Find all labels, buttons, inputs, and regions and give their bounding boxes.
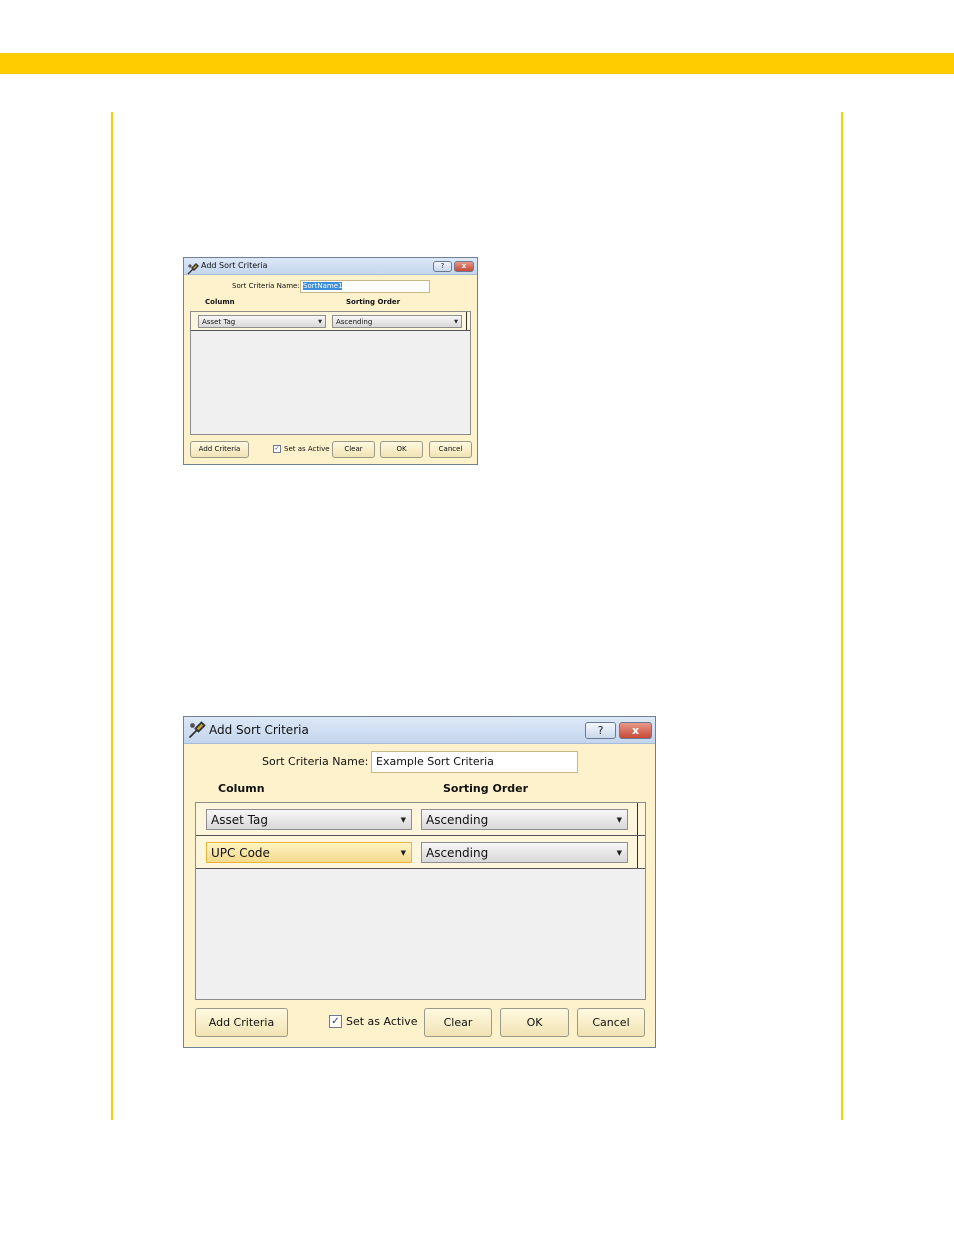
help-icon: ? xyxy=(440,262,445,270)
grid-divider xyxy=(637,836,638,868)
sorting-order-header: Sorting Order xyxy=(346,298,401,306)
criteria-row: UPC Code ▼ Ascending ▼ xyxy=(196,836,645,869)
cancel-button[interactable]: Cancel xyxy=(577,1008,645,1037)
chevron-down-icon: ▼ xyxy=(400,815,406,824)
set-as-active-checkbox[interactable]: ✓ xyxy=(273,445,281,453)
close-button[interactable]: x xyxy=(619,722,652,739)
dialog-title: Add Sort Criteria xyxy=(209,723,309,737)
close-button[interactable]: x xyxy=(454,261,474,272)
clear-button[interactable]: Clear xyxy=(332,441,375,458)
set-as-active-checkbox[interactable]: ✓ xyxy=(329,1015,342,1028)
sort-criteria-name-input[interactable]: Example Sort Criteria xyxy=(371,751,578,773)
help-button[interactable]: ? xyxy=(585,722,616,739)
chevron-down-icon: ▼ xyxy=(318,318,322,325)
add-sort-criteria-dialog-large: Add Sort Criteria ? x Sort Criteria Name… xyxy=(183,716,656,1048)
sorting-order-header: Sorting Order xyxy=(443,782,529,795)
ok-button[interactable]: OK xyxy=(380,441,423,458)
column-select[interactable]: UPC Code ▼ xyxy=(206,842,412,863)
chevron-down-icon: ▼ xyxy=(616,815,622,824)
header-accent-bar xyxy=(0,53,954,74)
checkmark-icon: ✓ xyxy=(331,1016,340,1027)
sort-criteria-name-label: Sort Criteria Name: xyxy=(262,755,369,768)
criteria-grid: Asset Tag ▼ Ascending ▼ UPC Code ▼ Ascen… xyxy=(195,802,646,1000)
cancel-button[interactable]: Cancel xyxy=(429,441,472,458)
grid-divider xyxy=(466,312,467,330)
column-header: Column xyxy=(205,298,235,306)
sort-criteria-name-input[interactable]: SortName1 xyxy=(300,280,430,293)
criteria-row: Asset Tag ▼ Ascending ▼ xyxy=(191,312,470,331)
help-button[interactable]: ? xyxy=(433,261,452,272)
checkmark-icon: ✓ xyxy=(274,445,280,452)
column-header: Column xyxy=(218,782,265,795)
close-icon: x xyxy=(461,262,467,270)
app-icon xyxy=(187,260,199,279)
chevron-down-icon: ▼ xyxy=(400,848,406,857)
criteria-grid: Asset Tag ▼ Ascending ▼ xyxy=(190,311,471,435)
add-criteria-button[interactable]: Add Criteria xyxy=(190,441,249,458)
sorting-order-select[interactable]: Ascending ▼ xyxy=(332,315,462,328)
close-icon: x xyxy=(631,724,640,737)
left-margin-rule xyxy=(111,112,113,1120)
sort-criteria-name-value: Example Sort Criteria xyxy=(376,755,494,768)
ok-button[interactable]: OK xyxy=(500,1008,569,1037)
dialog-titlebar[interactable]: Add Sort Criteria ? x xyxy=(184,258,477,275)
app-icon xyxy=(188,721,206,743)
criteria-row: Asset Tag ▼ Ascending ▼ xyxy=(196,803,645,836)
dialog-titlebar[interactable]: Add Sort Criteria ? x xyxy=(184,717,655,744)
set-as-active-label[interactable]: Set as Active xyxy=(346,1015,418,1028)
help-icon: ? xyxy=(597,724,604,737)
sorting-order-select[interactable]: Ascending ▼ xyxy=(421,809,628,830)
add-criteria-button[interactable]: Add Criteria xyxy=(195,1008,288,1037)
set-as-active-label[interactable]: Set as Active xyxy=(284,445,330,453)
column-select[interactable]: Asset Tag ▼ xyxy=(198,315,326,328)
column-select[interactable]: Asset Tag ▼ xyxy=(206,809,412,830)
sorting-order-select[interactable]: Ascending ▼ xyxy=(421,842,628,863)
sort-criteria-name-label: Sort Criteria Name: xyxy=(232,282,300,290)
sort-criteria-name-value: SortName1 xyxy=(303,282,343,290)
add-sort-criteria-dialog-small: Add Sort Criteria ? x Sort Criteria Name… xyxy=(183,257,478,465)
right-margin-rule xyxy=(841,112,843,1120)
chevron-down-icon: ▼ xyxy=(454,318,458,325)
chevron-down-icon: ▼ xyxy=(616,848,622,857)
grid-divider xyxy=(637,803,638,835)
dialog-title: Add Sort Criteria xyxy=(201,261,268,270)
clear-button[interactable]: Clear xyxy=(424,1008,492,1037)
document-page: Add Sort Criteria ? x Sort Criteria Name… xyxy=(0,0,954,1235)
